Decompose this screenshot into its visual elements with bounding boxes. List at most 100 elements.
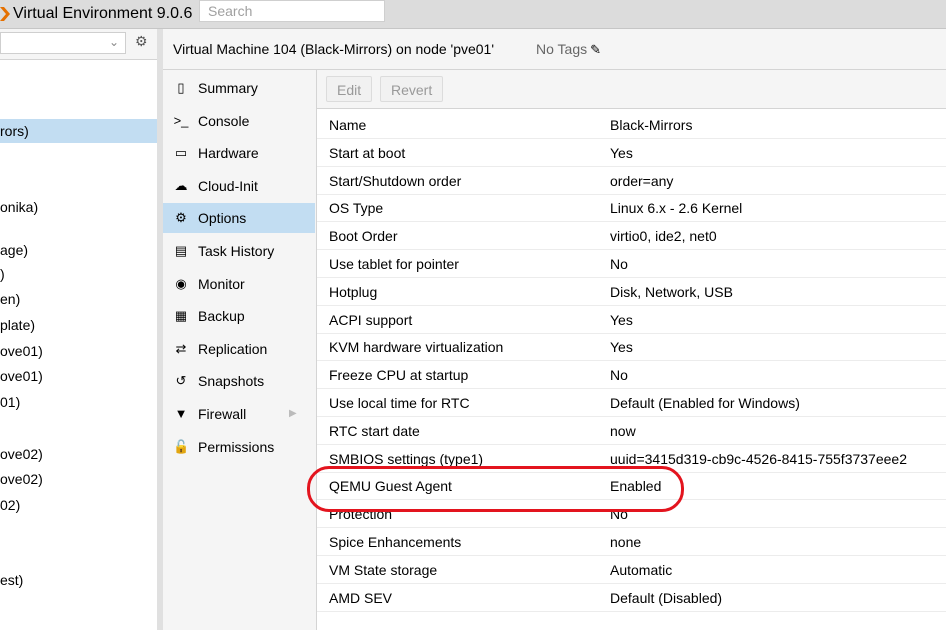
option-value: No xyxy=(610,506,628,523)
gear-icon[interactable]: ⚙ xyxy=(135,33,148,50)
option-row[interactable]: Start at boot Yes xyxy=(317,139,946,167)
option-value: Yes xyxy=(610,339,633,356)
option-row[interactable]: Freeze CPU at startup No xyxy=(317,361,946,390)
nav-item-label: Backup xyxy=(198,308,245,325)
option-value: Yes xyxy=(610,311,633,328)
option-row[interactable]: Spice Enhancements none xyxy=(317,528,946,556)
option-row[interactable]: ACPI support Yes xyxy=(317,306,946,334)
chevron-right-icon[interactable]: ▶ xyxy=(289,399,297,429)
nav-item-replication[interactable]: ⇄ Replication xyxy=(163,334,315,364)
nav-item-options[interactable]: ⚙ Options xyxy=(163,203,315,234)
option-row[interactable]: KVM hardware virtualization Yes xyxy=(317,333,946,362)
tree-item[interactable]: 02) xyxy=(0,493,157,517)
option-row[interactable]: QEMU Guest Agent Enabled xyxy=(317,472,946,501)
option-value: Default (Disabled) xyxy=(610,589,723,606)
options-toolbar: Edit Revert xyxy=(317,70,946,109)
tree-item-label: ove02) xyxy=(0,446,43,462)
tree-item-label: ) xyxy=(0,266,5,282)
option-value: Automatic xyxy=(610,561,673,578)
tree-item-label: rors) xyxy=(0,123,29,139)
tree-item[interactable]: est) xyxy=(0,568,157,592)
search-input[interactable] xyxy=(199,0,385,22)
option-row[interactable]: Start/Shutdown order order=any xyxy=(317,167,946,195)
nav-item-label: Firewall xyxy=(198,406,247,422)
edit-button[interactable]: Edit xyxy=(326,76,373,102)
tree-item-label: 02) xyxy=(0,497,21,513)
nav-item-label: Task History xyxy=(198,243,275,259)
nav-item-task-history[interactable]: ▤ Task History xyxy=(163,236,315,266)
nav-item-hardware[interactable]: ▭ Hardware xyxy=(163,138,315,168)
book-icon: ▯ xyxy=(177,80,185,95)
option-row[interactable]: SMBIOS settings (type1) uuid=3415d319-cb9… xyxy=(317,445,946,473)
option-row[interactable]: OS Type Linux 6.x - 2.6 Kernel xyxy=(317,194,946,223)
option-row[interactable]: Name Black-Mirrors xyxy=(317,111,946,139)
eye-icon: ◉ xyxy=(175,275,187,291)
option-row[interactable]: Protection No xyxy=(317,500,946,529)
view-selector[interactable]: ⌄ xyxy=(0,32,126,54)
option-key: Use tablet for pointer xyxy=(329,256,459,272)
tree-item[interactable]: ove01) xyxy=(0,339,157,363)
tree-item[interactable]: 01) xyxy=(0,390,157,414)
nav-item-cloud-init[interactable]: ☁ Cloud-Init xyxy=(163,171,315,201)
tags-label: No Tags xyxy=(536,41,588,57)
nav-item-firewall[interactable]: ▼ Firewall ▶ xyxy=(163,399,315,429)
option-key: RTC start date xyxy=(329,422,420,439)
tree-item[interactable]: onika) xyxy=(0,195,157,219)
tags-area[interactable]: No Tags ✎ xyxy=(536,41,601,58)
tree-item[interactable]: ove02) xyxy=(0,442,157,466)
tree-item[interactable]: plate) xyxy=(0,313,157,337)
tree-item-label: ove01) xyxy=(0,368,43,384)
tree-item-label: ove01) xyxy=(0,343,43,359)
tree-item-label: age) xyxy=(0,242,29,258)
option-key: Start at boot xyxy=(329,144,406,161)
nav-item-console[interactable]: >_ Console xyxy=(163,106,315,136)
shield-icon: ▼ xyxy=(174,406,188,421)
option-key: Hotplug xyxy=(329,283,378,300)
option-row[interactable]: Use local time for RTC Default (Enabled f… xyxy=(317,389,946,417)
option-row[interactable]: VM State storage Automatic xyxy=(317,556,946,584)
option-row[interactable]: Boot Order virtio0, ide2, net0 xyxy=(317,222,946,251)
tree-item[interactable]: en) xyxy=(0,287,157,311)
tree-item[interactable]: age) xyxy=(0,238,157,262)
tree-item[interactable]: ove01) xyxy=(0,364,157,388)
option-key: ACPI support xyxy=(329,311,413,328)
nav-item-snapshots[interactable]: ↺ Snapshots xyxy=(163,366,315,396)
nav-item-permissions[interactable]: 🔓 Permissions xyxy=(163,432,315,462)
nav-item-backup[interactable]: ▦ Backup xyxy=(163,301,315,331)
option-key: Freeze CPU at startup xyxy=(329,367,469,384)
options-panel: Edit Revert Name Black-Mirrors Start at bo… xyxy=(317,70,946,630)
cloud-icon: ☁ xyxy=(174,177,188,193)
nav-item-summary[interactable]: ▯ Summary xyxy=(163,73,315,103)
nav-item-label: Cloud-Init xyxy=(198,177,258,194)
nav-item-label: Summary xyxy=(198,80,258,96)
gear-icon: ⚙ xyxy=(175,210,187,226)
revert-button[interactable]: Revert xyxy=(380,76,444,102)
option-key: VM State storage xyxy=(329,561,438,578)
option-row[interactable]: RTC start date now xyxy=(317,417,946,445)
tree-item-label: onika) xyxy=(0,199,39,215)
vm-nav: ▯ Summary >_ Console ▭ Hardware ☁ Cloud-Init ⚙ Op… xyxy=(163,70,317,630)
list-icon: ▤ xyxy=(174,243,188,258)
tree-item-label: plate) xyxy=(0,317,36,333)
option-key: Use local time for RTC xyxy=(329,395,470,411)
nav-item-label: Replication xyxy=(198,340,268,357)
option-value: Yes xyxy=(610,144,633,161)
nav-item-label: Hardware xyxy=(198,145,259,162)
option-value: uuid=3415d319-cb9c-4526-8415-755f3737eee… xyxy=(610,450,907,467)
option-row[interactable]: AMD SEV Default (Disabled) xyxy=(317,584,946,612)
tree-item-label: 01) xyxy=(0,394,21,410)
option-key: Start/Shutdown order xyxy=(329,172,462,189)
option-row[interactable]: Hotplug Disk, Network, USB xyxy=(317,278,946,306)
tree-item[interactable]: rors) xyxy=(0,119,157,143)
tree-item[interactable]: ove02) xyxy=(0,467,157,491)
tree-item[interactable]: ) xyxy=(0,262,157,286)
history-icon: ↺ xyxy=(175,373,187,389)
pencil-icon[interactable]: ✎ xyxy=(590,42,601,58)
app-title: Virtual Environment 9.0.6 xyxy=(13,5,193,22)
nav-item-monitor[interactable]: ◉ Monitor xyxy=(163,269,315,299)
tree-item-label: est) xyxy=(0,572,24,588)
option-row[interactable]: Use tablet for pointer No xyxy=(317,250,946,278)
option-value: No xyxy=(610,256,628,272)
nav-item-label: Options xyxy=(198,210,247,227)
retweet-icon: ⇄ xyxy=(175,340,187,356)
